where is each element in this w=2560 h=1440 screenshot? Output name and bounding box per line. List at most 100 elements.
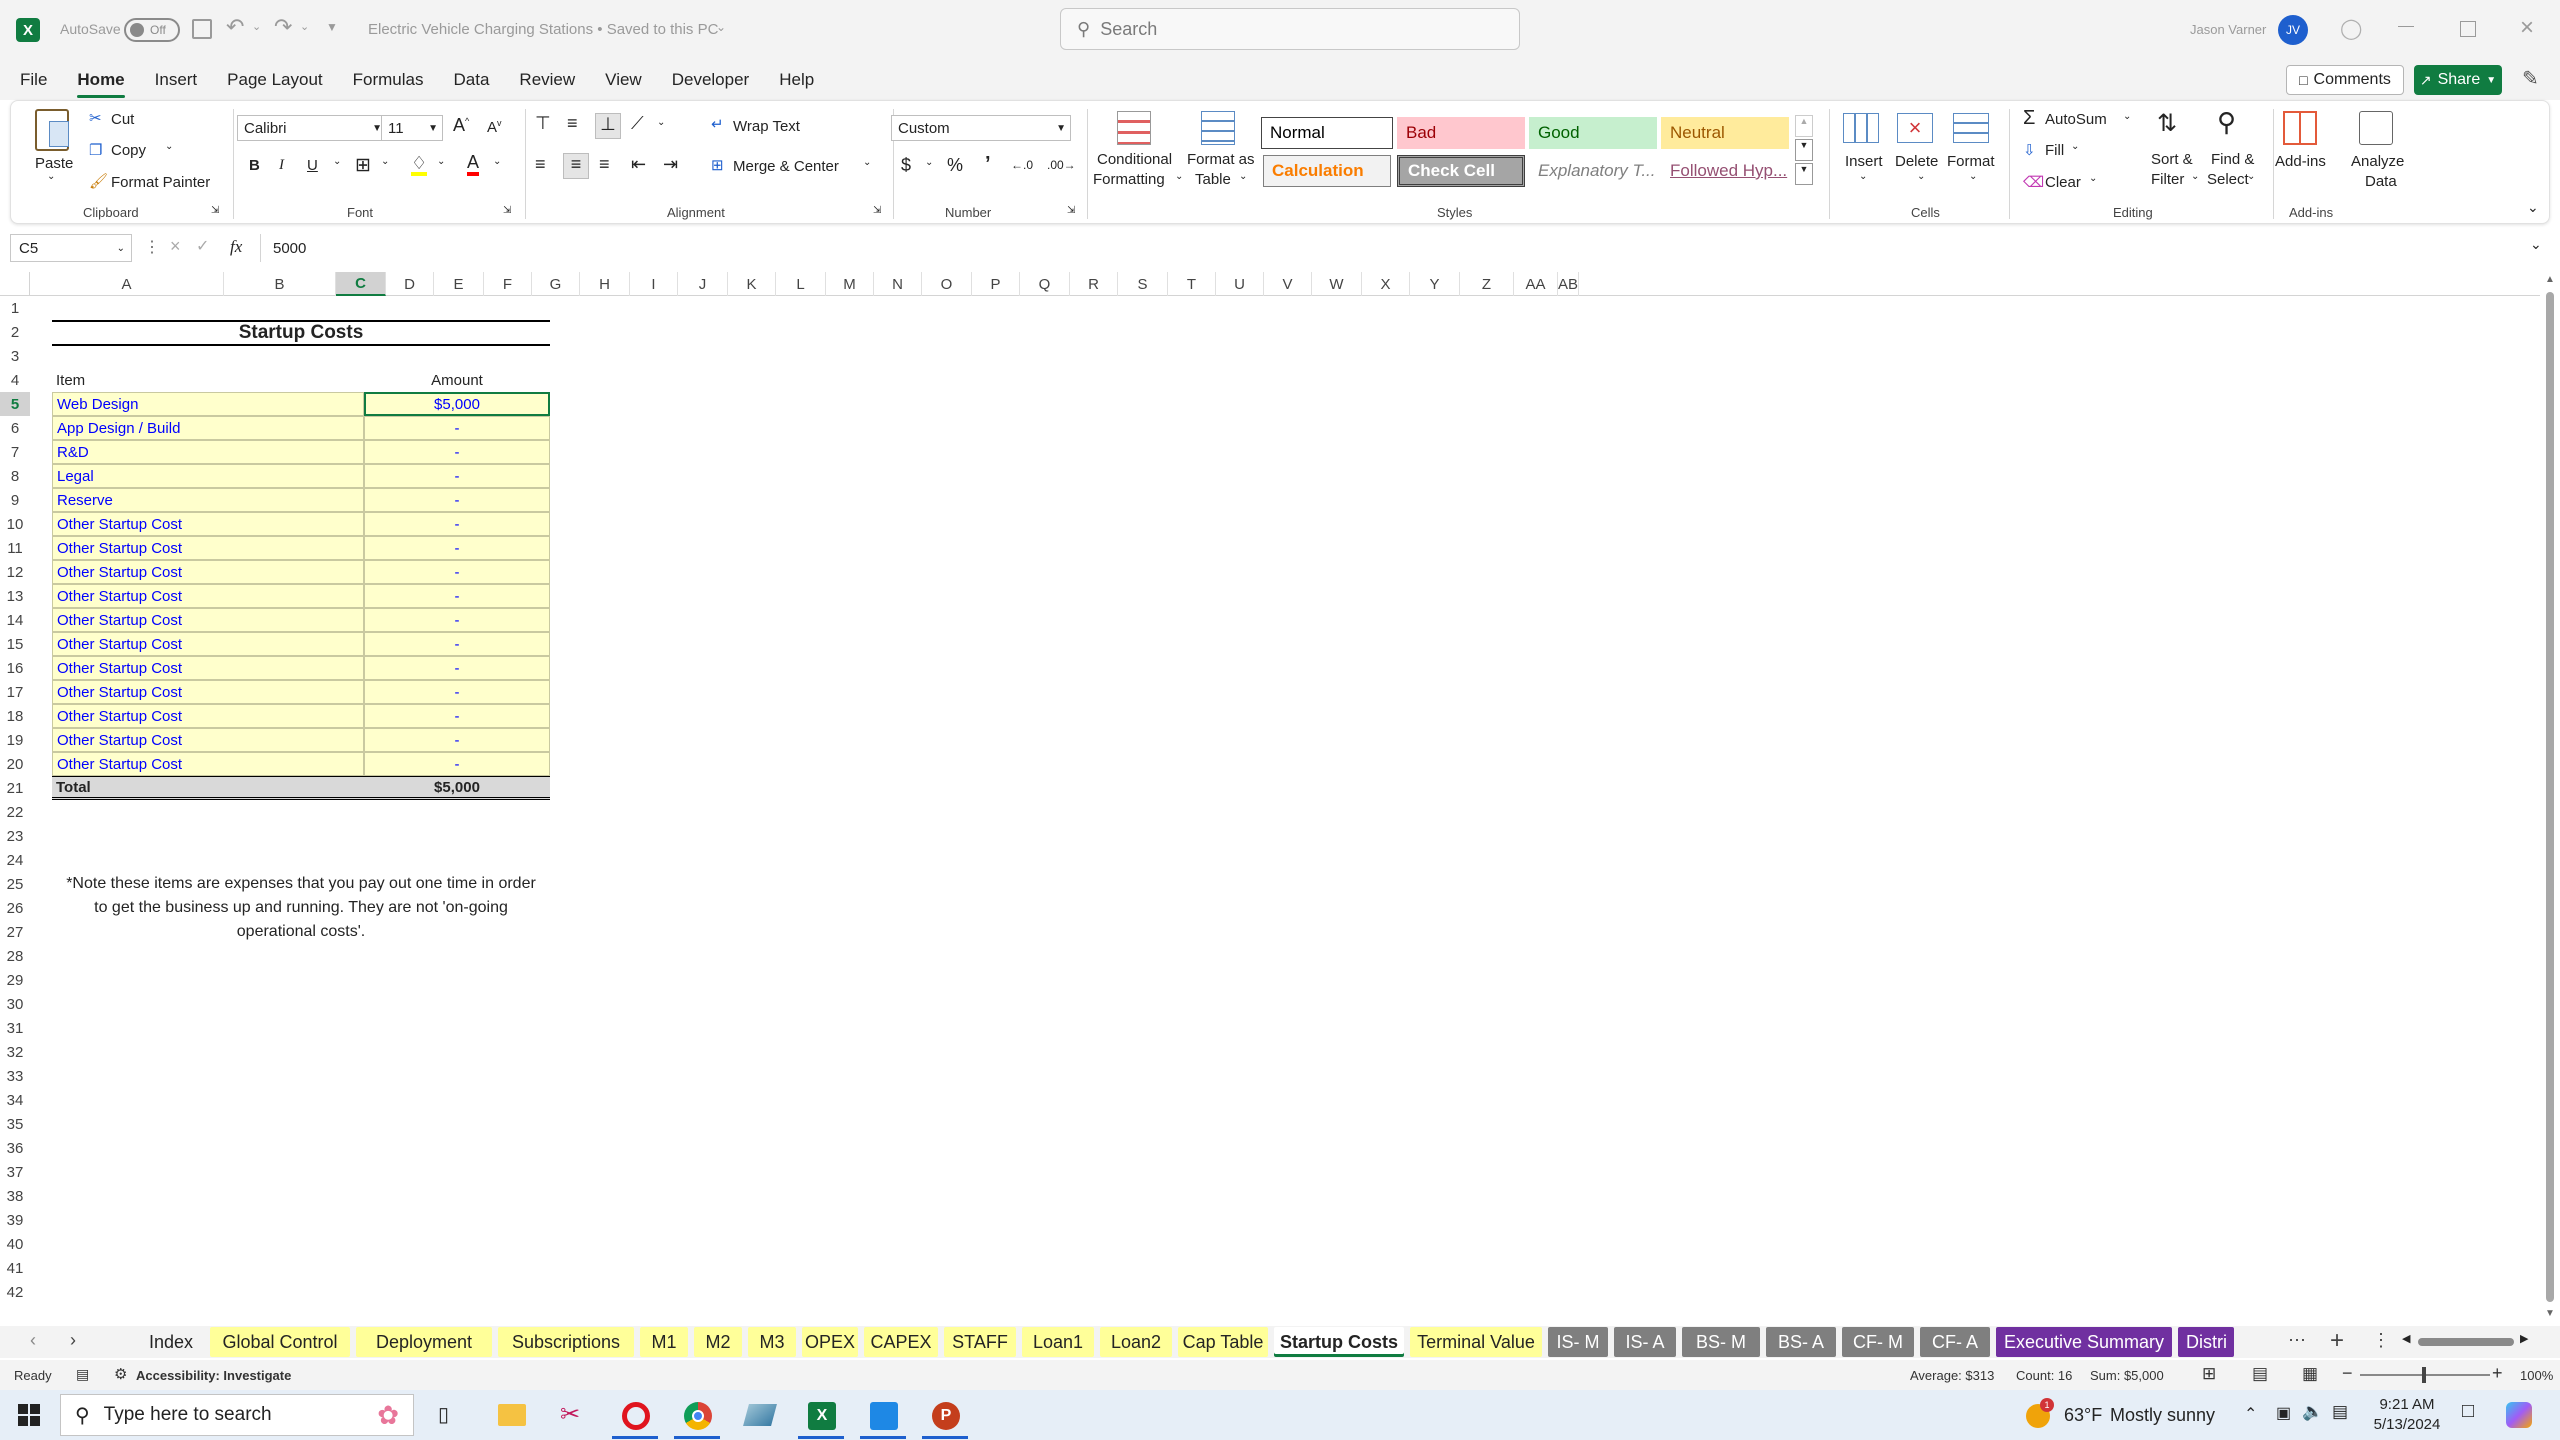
- scroll-up-icon[interactable]: ▲: [2545, 274, 2555, 285]
- column-header[interactable]: Z: [1460, 272, 1514, 296]
- row-header[interactable]: 34: [0, 1088, 30, 1112]
- increase-font-icon[interactable]: A^: [453, 115, 469, 136]
- tray-chevron-up-icon[interactable]: ⌃: [2244, 1404, 2257, 1424]
- comments-button[interactable]: □ Comments: [2286, 65, 2404, 95]
- row-header[interactable]: 12: [0, 560, 30, 584]
- column-header[interactable]: L: [776, 272, 826, 296]
- number-launcher-icon[interactable]: ⇲: [1067, 205, 1075, 216]
- item-amount-cell[interactable]: -: [364, 488, 550, 512]
- clipboard-launcher-icon[interactable]: ⇲: [211, 205, 219, 216]
- header-amount[interactable]: Amount: [364, 368, 550, 392]
- alignment-launcher-icon[interactable]: ⇲: [873, 205, 881, 216]
- sort-filter-button[interactable]: Sort &: [2151, 151, 2193, 168]
- sheet-tab[interactable]: CF- M: [1842, 1327, 1914, 1357]
- accessibility-status[interactable]: Accessibility: Investigate: [136, 1368, 291, 1383]
- item-amount-cell[interactable]: -: [364, 680, 550, 704]
- wrap-text-button[interactable]: Wrap Text: [733, 118, 800, 135]
- align-right-icon[interactable]: ≡: [599, 154, 610, 175]
- sheet-title[interactable]: Startup Costs: [52, 320, 550, 346]
- column-header[interactable]: A: [30, 272, 224, 296]
- item-amount-cell[interactable]: -: [364, 608, 550, 632]
- style-explanatory[interactable]: Explanatory T...: [1529, 155, 1657, 187]
- item-name-cell[interactable]: Legal: [52, 464, 364, 488]
- styles-scroll-up-icon[interactable]: ▲: [1795, 115, 1813, 137]
- row-header[interactable]: 14: [0, 608, 30, 632]
- item-name-cell[interactable]: Other Startup Cost: [52, 680, 364, 704]
- selected-cell[interactable]: $5,000: [364, 392, 550, 416]
- item-name-cell[interactable]: Other Startup Cost: [52, 512, 364, 536]
- row-header[interactable]: 41: [0, 1256, 30, 1280]
- font-size-select[interactable]: 11 ▼: [381, 115, 443, 141]
- delete-cells-button[interactable]: Delete: [1895, 153, 1938, 170]
- sheet-tab[interactable]: Index: [138, 1327, 204, 1357]
- font-color-icon[interactable]: A: [467, 153, 480, 176]
- header-item[interactable]: Item: [56, 368, 366, 392]
- row-header[interactable]: 21: [0, 776, 30, 800]
- column-header[interactable]: G: [532, 272, 580, 296]
- weather-desc[interactable]: Mostly sunny: [2110, 1405, 2215, 1426]
- save-icon[interactable]: [192, 19, 212, 39]
- clear-button[interactable]: Clear: [2045, 174, 2081, 191]
- row-header[interactable]: 16: [0, 656, 30, 680]
- underline-dropdown-icon[interactable]: ⌄: [333, 156, 341, 167]
- row-header[interactable]: 26: [0, 896, 30, 920]
- column-header[interactable]: O: [922, 272, 972, 296]
- row-header[interactable]: 33: [0, 1064, 30, 1088]
- style-good[interactable]: Good: [1529, 117, 1657, 149]
- total-amount[interactable]: $5,000: [364, 776, 550, 800]
- increase-indent-icon[interactable]: ⇥: [663, 154, 678, 175]
- item-amount-cell[interactable]: -: [364, 512, 550, 536]
- column-header[interactable]: AA: [1514, 272, 1558, 296]
- copy-button[interactable]: Copy: [111, 142, 146, 159]
- currency-icon[interactable]: $: [901, 155, 911, 176]
- more-tabs-icon[interactable]: ⋯: [2288, 1330, 2306, 1351]
- network-icon[interactable]: ▤: [2332, 1402, 2348, 1422]
- align-bottom-icon[interactable]: ⊥: [595, 113, 621, 139]
- column-header[interactable]: V: [1264, 272, 1312, 296]
- row-header[interactable]: 3: [0, 344, 30, 368]
- row-header[interactable]: 15: [0, 632, 30, 656]
- menu-file[interactable]: File: [20, 60, 47, 100]
- row-header[interactable]: 24: [0, 848, 30, 872]
- column-header[interactable]: B: [224, 272, 336, 296]
- sheet-tab[interactable]: Cap Table: [1178, 1327, 1268, 1357]
- item-name-cell[interactable]: Other Startup Cost: [52, 584, 364, 608]
- undo-dropdown-icon[interactable]: ⌄: [252, 20, 261, 33]
- sheet-tab[interactable]: Startup Costs: [1274, 1327, 1404, 1357]
- borders-dropdown-icon[interactable]: ⌄: [381, 156, 389, 167]
- sheet-tab[interactable]: Loan2: [1100, 1327, 1172, 1357]
- lightbulb-icon[interactable]: ◯: [2340, 16, 2362, 41]
- taskbar-date[interactable]: 5/13/2024: [2362, 1416, 2452, 1433]
- column-header[interactable]: N: [874, 272, 922, 296]
- align-left-icon[interactable]: ≡: [535, 154, 546, 175]
- sheet-tab[interactable]: M2: [694, 1327, 742, 1357]
- column-header[interactable]: R: [1070, 272, 1118, 296]
- row-header[interactable]: 32: [0, 1040, 30, 1064]
- taskbar-time[interactable]: 9:21 AM: [2372, 1396, 2442, 1413]
- item-name-cell[interactable]: Other Startup Cost: [52, 728, 364, 752]
- zoom-slider[interactable]: [2360, 1367, 2490, 1383]
- column-header[interactable]: K: [728, 272, 776, 296]
- orientation-icon[interactable]: ⟋: [631, 113, 644, 134]
- select-all-corner[interactable]: [0, 272, 30, 296]
- redo-icon[interactable]: ↷: [274, 14, 292, 40]
- menu-home[interactable]: Home: [77, 60, 125, 100]
- find-dropdown-icon[interactable]: ⌄: [2247, 171, 2255, 182]
- analyze-data-button[interactable]: Analyze: [2351, 153, 2404, 170]
- item-amount-cell[interactable]: -: [364, 536, 550, 560]
- row-header[interactable]: 19: [0, 728, 30, 752]
- row-header[interactable]: 13: [0, 584, 30, 608]
- number-format-select[interactable]: Custom ▼: [891, 115, 1071, 141]
- scroll-thumb[interactable]: [2546, 292, 2554, 1302]
- copy-dropdown-icon[interactable]: ⌄: [165, 141, 173, 152]
- decrease-decimal-icon[interactable]: .00→: [1047, 158, 1076, 172]
- autosave-toggle[interactable]: Off: [124, 18, 180, 42]
- sheet-tab[interactable]: M3: [748, 1327, 796, 1357]
- item-amount-cell[interactable]: -: [364, 704, 550, 728]
- sort-dropdown-icon[interactable]: ⌄: [2191, 171, 2199, 182]
- row-header[interactable]: 38: [0, 1184, 30, 1208]
- fmt-table-dropdown-icon[interactable]: ⌄: [1239, 171, 1247, 182]
- volume-icon[interactable]: 🔈: [2302, 1402, 2323, 1422]
- cond-fmt-dropdown-icon[interactable]: ⌄: [1175, 171, 1183, 182]
- insert-function-icon[interactable]: fx: [230, 237, 242, 257]
